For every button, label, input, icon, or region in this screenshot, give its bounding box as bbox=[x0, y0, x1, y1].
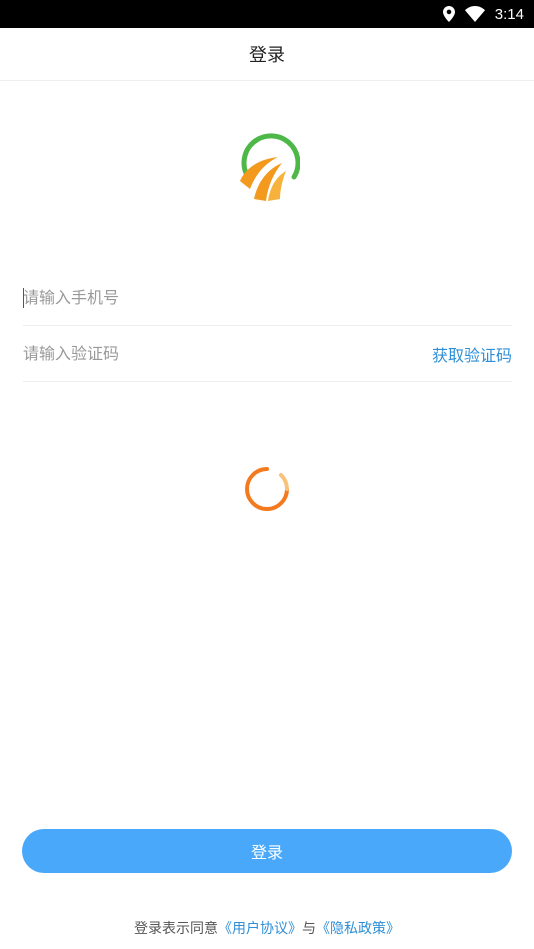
app-logo bbox=[234, 133, 301, 205]
code-field: 获取验证码 bbox=[23, 326, 512, 382]
login-button-label: 登录 bbox=[250, 843, 283, 862]
page-title-bar: 登录 bbox=[0, 28, 534, 81]
loading-spinner-icon bbox=[243, 465, 291, 513]
wifi-icon bbox=[464, 6, 485, 22]
phone-field bbox=[23, 270, 512, 326]
clock: 3:14 bbox=[494, 5, 524, 23]
verification-code-input[interactable] bbox=[23, 326, 432, 381]
phone-input[interactable] bbox=[23, 270, 512, 325]
location-icon bbox=[442, 6, 455, 22]
page-title: 登录 bbox=[249, 45, 285, 66]
agreement-prefix: 登录表示同意 bbox=[134, 921, 218, 937]
user-agreement-link[interactable]: 《用户协议》 bbox=[218, 921, 302, 937]
agreement-text: 登录表示同意《用户协议》与《隐私政策》 bbox=[0, 918, 534, 938]
status-bar: 3:14 bbox=[0, 0, 534, 28]
text-cursor bbox=[23, 288, 24, 308]
get-code-button[interactable]: 获取验证码 bbox=[432, 342, 512, 366]
privacy-policy-link[interactable]: 《隐私政策》 bbox=[316, 921, 400, 937]
login-button[interactable]: 登录 bbox=[22, 829, 512, 873]
agreement-conjunction: 与 bbox=[302, 921, 316, 937]
